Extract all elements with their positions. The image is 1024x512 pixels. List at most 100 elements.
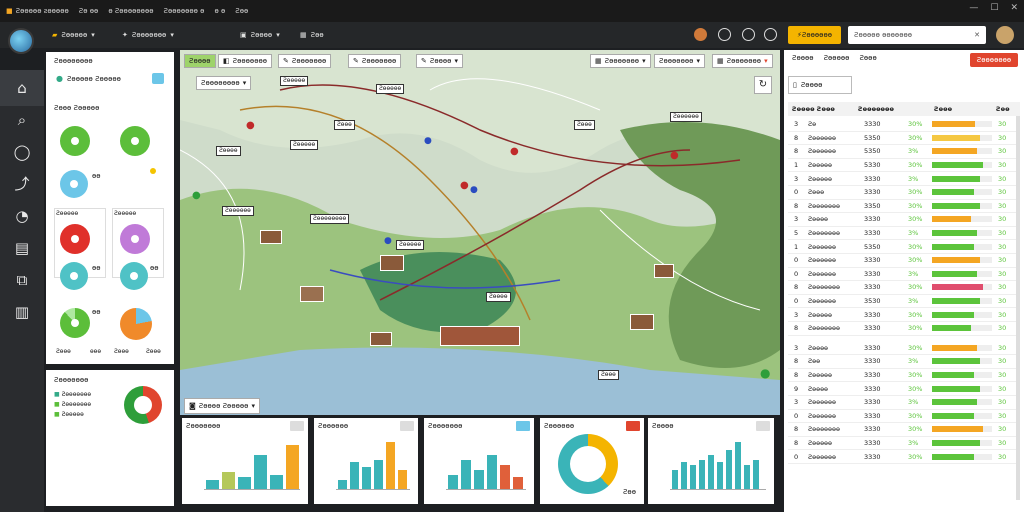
table-row[interactable]: 8 Ƨɵɵɵɵɵɵɵ 3330 30% 30 bbox=[788, 423, 1020, 437]
table-row[interactable]: 0 Ƨɵɵɵɵɵɵ 3330 30% 30 bbox=[788, 410, 1020, 424]
map-tab-1[interactable]: Ƨɵɵɵɵ bbox=[184, 54, 216, 68]
bar[interactable] bbox=[362, 467, 371, 490]
primary-action-button[interactable]: ⚡ Ƨɵɵɵɵɵɵ bbox=[788, 26, 841, 44]
panel-menu-button[interactable] bbox=[756, 421, 770, 431]
map-pin-icon[interactable]: ● bbox=[460, 180, 469, 191]
map-pin-icon[interactable]: ● bbox=[384, 236, 392, 246]
table-row[interactable]: 8 Ƨɵɵɵɵɵɵ 5350 30% 30 bbox=[788, 132, 1020, 146]
bar[interactable] bbox=[672, 470, 678, 490]
toolbar-menu-1[interactable]: ▰ Ƨɵɵɵɵɵ ▾ bbox=[52, 28, 95, 42]
map-view-dropdown[interactable]: ▦ Ƨɵɵɵɵɵɵɵ ▾ bbox=[590, 54, 651, 68]
subtab[interactable]: ▯ Ƨɵɵɵɵ bbox=[788, 76, 852, 94]
map-label[interactable]: Ƨɵɵɵ bbox=[334, 120, 355, 130]
table-row[interactable]: 0 Ƨɵɵɵ 3330 30% 30 bbox=[788, 186, 1020, 200]
route-icon[interactable]: ⤴ bbox=[12, 174, 32, 194]
home-icon[interactable]: ⌂ bbox=[12, 78, 32, 98]
location-icon[interactable]: ◯ bbox=[12, 142, 32, 162]
bar[interactable] bbox=[461, 460, 471, 490]
map-bottom-dropdown[interactable]: ◙ Ƨɵɵɵɵ Ƨɵɵɵɵɵ ▾ bbox=[184, 398, 260, 414]
table-row[interactable]: 3 Ƨɵ 3330 30% 30 bbox=[788, 118, 1020, 132]
table-row[interactable]: 3 Ƨɵɵɵɵ 3330 30% 30 bbox=[788, 342, 1020, 356]
toggle-button[interactable] bbox=[152, 73, 164, 84]
bar[interactable] bbox=[690, 465, 696, 490]
bar[interactable] bbox=[270, 475, 283, 490]
bar[interactable] bbox=[500, 465, 510, 490]
column-header[interactable]: Ƨɵɵɵɵɵɵɵ bbox=[858, 105, 934, 113]
table-row[interactable]: 8 Ƨɵɵɵɵɵɵ 5350 3% 30 bbox=[788, 145, 1020, 159]
map-view[interactable]: Ƨɵɵɵɵ ◧ Ƨɵɵɵɵɵɵɵ ✎ Ƨɵɵɵɵɵɵɵ ✎ Ƨɵɵɵɵɵɵɵ ✎ Ƨɵɵ… bbox=[180, 50, 780, 415]
info-icon[interactable] bbox=[742, 28, 755, 41]
bar[interactable] bbox=[448, 475, 458, 490]
map-pin-icon[interactable]: ● bbox=[246, 120, 255, 131]
building-icon[interactable] bbox=[300, 286, 324, 302]
table-row[interactable]: 8 Ƨɵɵɵɵɵɵɵ 3330 30% 30 bbox=[788, 322, 1020, 336]
maximize-icon[interactable]: ☐ bbox=[990, 3, 998, 13]
bar[interactable] bbox=[744, 465, 750, 490]
bar[interactable] bbox=[753, 460, 759, 490]
compass-icon[interactable]: ◔ bbox=[12, 206, 32, 226]
table-row[interactable]: 9 Ƨɵɵɵɵ 3330 30% 30 bbox=[788, 382, 1020, 396]
menu-item[interactable]: ɵ Ƨɵɵɵɵɵɵɵɵ bbox=[108, 7, 153, 15]
search-input[interactable]: Ƨɵɵɵɵɵ ɵɵɵɵɵɵɵ ✕ bbox=[848, 26, 986, 44]
building-icon[interactable] bbox=[440, 326, 520, 346]
add-button[interactable]: Ƨɵɵɵɵɵɵɵ bbox=[970, 53, 1018, 67]
building-icon[interactable] bbox=[630, 314, 654, 330]
building-icon[interactable] bbox=[380, 255, 404, 271]
scrollbar[interactable] bbox=[1016, 116, 1020, 500]
table-row[interactable]: 0 Ƨɵɵɵɵɵɵ 3330 3% 30 bbox=[788, 268, 1020, 282]
table-row[interactable]: 0 Ƨɵɵɵɵɵɵ 3330 30% 30 bbox=[788, 254, 1020, 268]
map-tab-2[interactable]: ◧ Ƨɵɵɵɵɵɵɵ bbox=[218, 54, 273, 68]
map-label[interactable]: Ƨɵɵɵɵɵ bbox=[290, 140, 319, 150]
map-tab-3[interactable]: ✎ Ƨɵɵɵɵɵɵɵ bbox=[278, 54, 332, 68]
bar[interactable] bbox=[726, 450, 732, 490]
map-pin-icon[interactable]: ● bbox=[670, 150, 679, 161]
toolbar-menu-4[interactable]: ▦ Ƨɵɵ bbox=[300, 28, 324, 42]
map-label[interactable]: Ƨɵɵɵ bbox=[574, 120, 595, 130]
map-label[interactable]: Ƨɵɵɵɵɵɵɵɵ bbox=[310, 214, 350, 224]
bar[interactable] bbox=[350, 462, 359, 490]
table-row[interactable]: 0 Ƨɵɵɵɵɵɵ 3330 30% 30 bbox=[788, 450, 1020, 464]
bar[interactable] bbox=[708, 455, 714, 490]
bar[interactable] bbox=[474, 470, 484, 490]
table-row[interactable]: 8 Ƨɵɵɵɵɵ 3330 3% 30 bbox=[788, 437, 1020, 451]
map-layer-dropdown[interactable]: ▦ Ƨɵɵɵɵɵɵɵ ▾ bbox=[712, 54, 773, 68]
map-label[interactable]: Ƨɵɵɵɵɵɵ bbox=[222, 206, 254, 216]
column-header[interactable]: Ƨɵɵɵ bbox=[934, 105, 996, 113]
bar[interactable] bbox=[717, 462, 723, 490]
map-pin-icon[interactable]: ● bbox=[470, 185, 478, 195]
table-row[interactable]: 8 Ƨɵɵ 3330 3% 30 bbox=[788, 355, 1020, 369]
map-tab-5[interactable]: ✎ Ƨɵɵɵɵ ▾ bbox=[416, 54, 463, 68]
table-row[interactable]: 0 Ƨɵɵɵɵɵɵ 3530 3% 30 bbox=[788, 295, 1020, 309]
menu-item[interactable]: ɵ ɵ bbox=[214, 7, 225, 15]
toolbar-menu-3[interactable]: ▣ Ƨɵɵɵɵ ▾ bbox=[240, 28, 280, 42]
avatar[interactable] bbox=[996, 26, 1014, 44]
map-pin-icon[interactable]: ● bbox=[510, 146, 519, 157]
menu-item[interactable]: Ƨɵɵ bbox=[235, 7, 248, 15]
panel-menu-button[interactable] bbox=[516, 421, 530, 431]
column-header[interactable]: Ƨɵɵ bbox=[996, 105, 1020, 113]
bar[interactable] bbox=[398, 470, 407, 490]
bar[interactable] bbox=[699, 460, 705, 490]
table-row[interactable]: 5 Ƨɵɵɵɵɵɵɵ 3330 3% 30 bbox=[788, 227, 1020, 241]
bar[interactable] bbox=[254, 455, 267, 490]
table-row[interactable]: 1 Ƨɵɵɵɵɵ 5330 30% 30 bbox=[788, 159, 1020, 173]
table-row[interactable]: 8 Ƨɵɵɵɵɵɵɵ 3330 30% 30 bbox=[788, 281, 1020, 295]
map-label[interactable]: Ƨɵɵɵɵɵ bbox=[280, 76, 309, 86]
bar[interactable] bbox=[386, 442, 395, 490]
toolbar-menu-2[interactable]: ✦ Ƨɵɵɵɵɵɵɵ ▾ bbox=[122, 28, 174, 42]
panel-menu-button[interactable] bbox=[400, 421, 414, 431]
table-row[interactable]: 3 Ƨɵɵɵɵɵ 3330 30% 30 bbox=[788, 308, 1020, 322]
close-icon[interactable]: ✕ bbox=[974, 31, 980, 39]
column-header[interactable]: Ƨɵɵɵɵ Ƨɵɵɵ bbox=[788, 105, 858, 113]
map-pin-icon[interactable]: ● bbox=[424, 136, 432, 146]
panel-menu-button[interactable] bbox=[626, 421, 640, 431]
bar[interactable] bbox=[286, 445, 299, 490]
map-label[interactable]: Ƨɵɵɵ bbox=[598, 370, 619, 380]
table-row[interactable]: 8 Ƨɵɵɵɵɵɵɵ 3350 30% 30 bbox=[788, 200, 1020, 214]
map-label[interactable]: Ƨɵɵɵɵ bbox=[486, 292, 511, 302]
bar[interactable] bbox=[681, 462, 687, 490]
table-row[interactable]: 3 Ƨɵɵɵɵ 3330 30% 30 bbox=[788, 213, 1020, 227]
search-icon[interactable]: ⌕ bbox=[12, 110, 32, 130]
map-pin-icon[interactable]: ● bbox=[192, 190, 201, 201]
export-icon[interactable]: ⧉ bbox=[12, 270, 32, 290]
